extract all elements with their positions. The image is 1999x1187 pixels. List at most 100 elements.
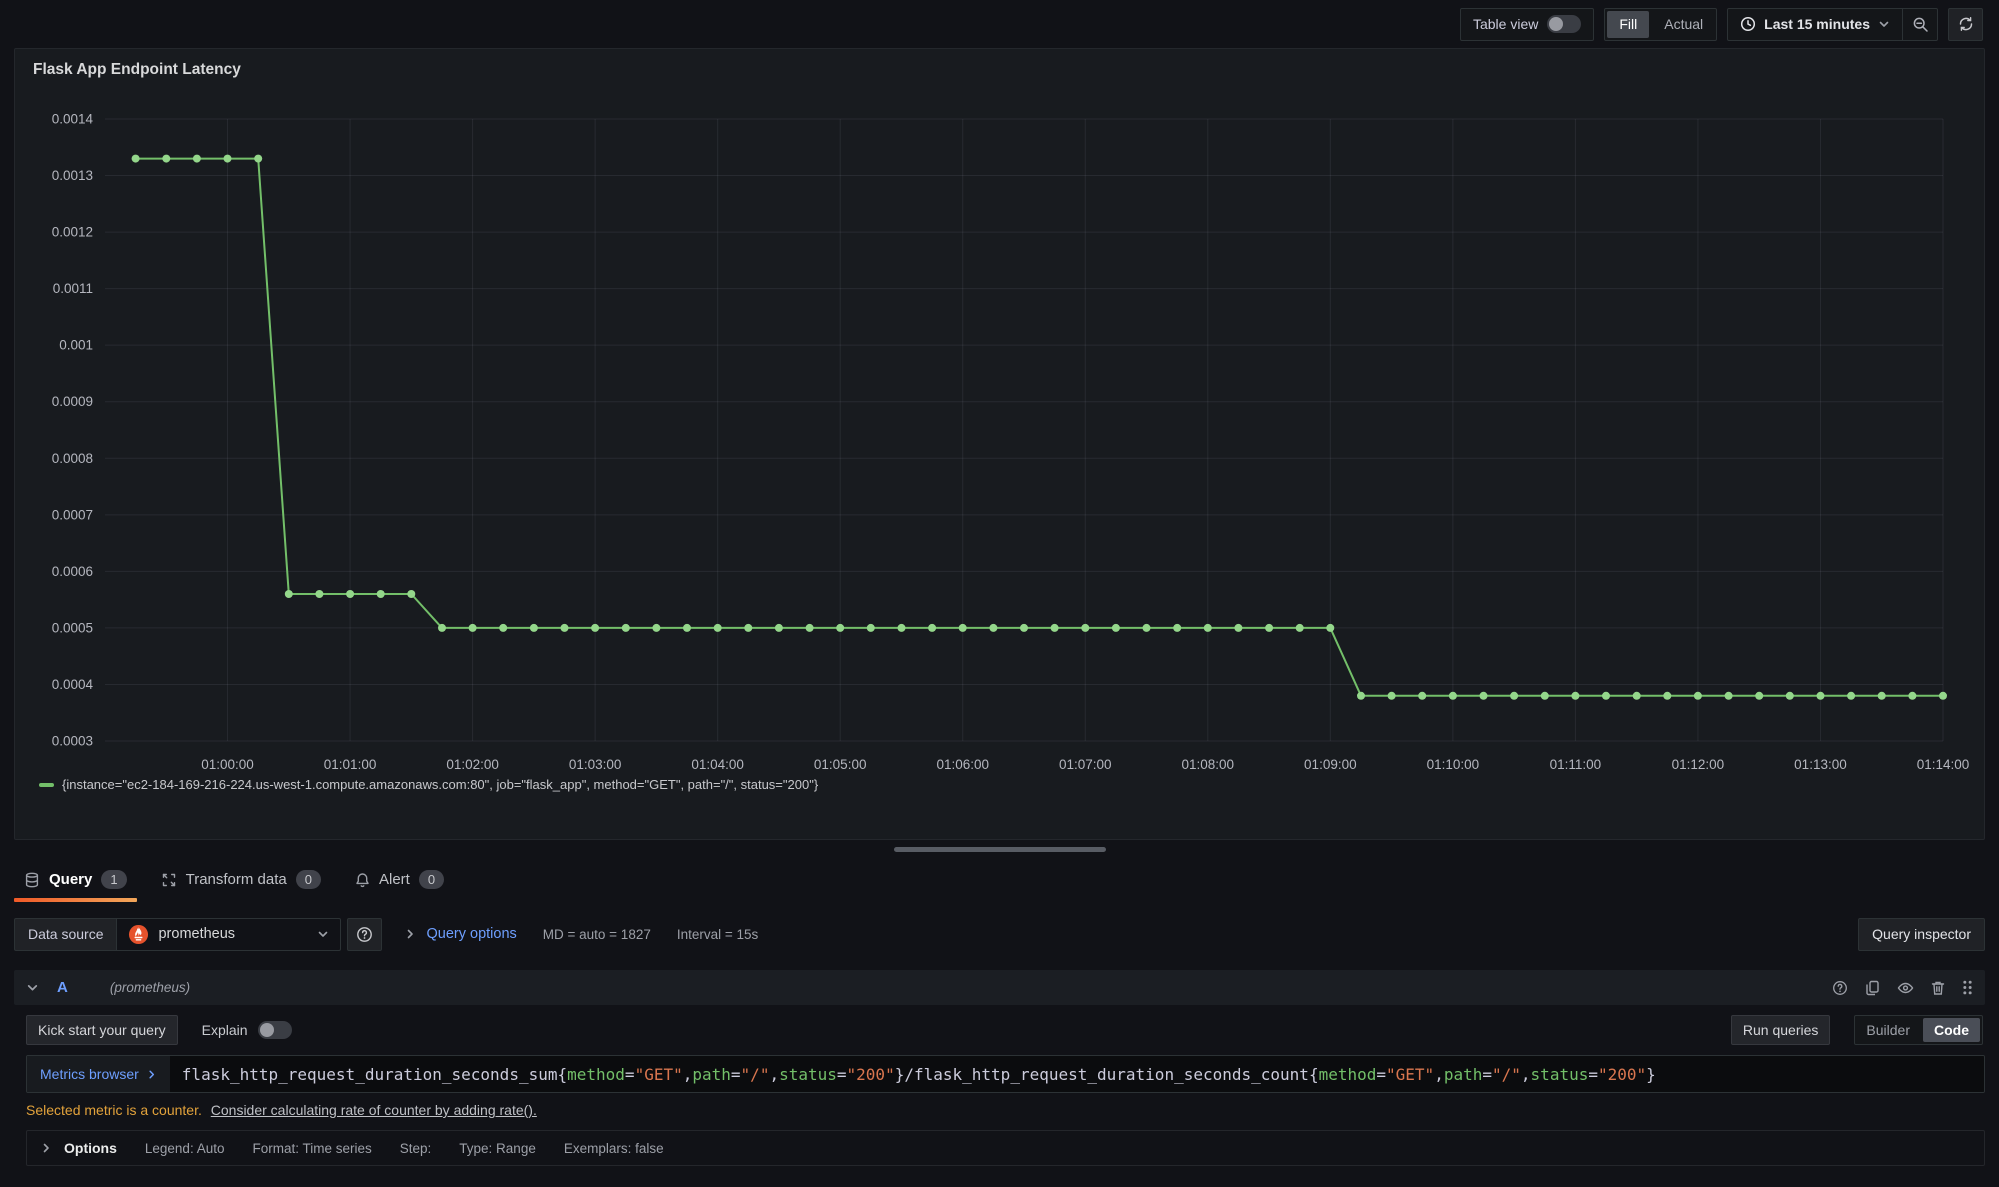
query-options-summary-row[interactable]: Options Legend: Auto Format: Time series… [26, 1130, 1985, 1166]
time-controls-group: Last 15 minutes [1727, 8, 1938, 41]
svg-text:0.0008: 0.0008 [52, 451, 93, 466]
zoom-out-button[interactable] [1902, 9, 1937, 40]
duplicate-query-icon[interactable] [1865, 980, 1880, 996]
legend-series-label[interactable]: {instance="ec2-184-169-216-224.us-west-1… [62, 777, 818, 792]
svg-text:01:03:00: 01:03:00 [569, 757, 622, 772]
legend-series-dash [39, 783, 54, 787]
tab-alert[interactable]: Alert 0 [345, 862, 454, 902]
explain-label: Explain [202, 1022, 248, 1038]
svg-text:01:07:00: 01:07:00 [1059, 757, 1112, 772]
query-inspector-button[interactable]: Query inspector [1858, 918, 1985, 951]
fill-button[interactable]: Fill [1607, 11, 1649, 38]
svg-text:0.001: 0.001 [59, 338, 93, 353]
chevron-down-icon [1878, 18, 1890, 30]
query-help-icon[interactable] [1832, 980, 1848, 996]
options-legend: Legend: Auto [145, 1141, 225, 1156]
time-range-picker[interactable]: Last 15 minutes [1728, 9, 1902, 40]
table-view-label: Table view [1473, 16, 1538, 32]
svg-text:0.0003: 0.0003 [52, 734, 93, 749]
metrics-browser-button[interactable]: Metrics browser [27, 1056, 170, 1092]
query-field: Metrics browser flask_http_request_durat… [26, 1055, 1985, 1093]
datasource-name: prometheus [158, 926, 308, 942]
zoom-out-icon [1912, 16, 1929, 33]
collapse-chevron-icon[interactable] [26, 981, 39, 994]
builder-code-switch: Builder Code [1854, 1015, 1983, 1045]
latency-panel: Flask App Endpoint Latency 0.00140.00130… [14, 48, 1985, 840]
tab-query-count: 1 [101, 870, 126, 889]
builder-button[interactable]: Builder [1855, 1016, 1921, 1044]
drag-handle-icon[interactable] [1962, 979, 1973, 996]
clock-icon [1740, 16, 1756, 32]
query-ref-id[interactable]: A [57, 979, 68, 996]
toggle-knob [260, 1023, 274, 1037]
metrics-browser-label: Metrics browser [40, 1066, 139, 1082]
query-toolbar: Kick start your query Explain Run querie… [26, 1015, 1985, 1045]
svg-text:01:10:00: 01:10:00 [1427, 757, 1480, 772]
svg-text:0.0011: 0.0011 [53, 281, 93, 296]
hide-query-eye-icon[interactable] [1897, 981, 1914, 995]
svg-text:0.0005: 0.0005 [52, 620, 93, 635]
chevron-right-icon[interactable] [40, 1142, 52, 1154]
tab-query[interactable]: Query 1 [14, 862, 137, 902]
tab-transform-count: 0 [296, 870, 321, 889]
query-options-interval: Interval = 15s [677, 927, 758, 942]
prometheus-logo [128, 924, 149, 945]
datasource-help-button[interactable] [347, 918, 382, 951]
svg-text:0.0012: 0.0012 [52, 225, 93, 240]
svg-text:01:14:00: 01:14:00 [1917, 757, 1970, 772]
tab-transform-label: Transform data [186, 871, 287, 888]
query-row-header[interactable]: A (prometheus) [14, 970, 1985, 1005]
svg-text:01:12:00: 01:12:00 [1672, 757, 1725, 772]
tab-transform-data[interactable]: Transform data 0 [151, 862, 331, 902]
datasource-picker[interactable]: prometheus [116, 918, 341, 951]
table-view-toggle[interactable] [1547, 15, 1581, 33]
svg-text:0.0006: 0.0006 [52, 564, 93, 579]
delete-query-trash-icon[interactable] [1931, 980, 1945, 996]
tab-alert-label: Alert [379, 871, 410, 888]
actual-button[interactable]: Actual [1651, 9, 1716, 40]
options-step: Step: [400, 1141, 432, 1156]
refresh-icon [1958, 16, 1974, 32]
options-label: Options [64, 1140, 117, 1156]
display-mode-group: Fill Actual [1604, 8, 1717, 41]
panel-title: Flask App Endpoint Latency [25, 57, 1974, 81]
svg-text:01:05:00: 01:05:00 [814, 757, 867, 772]
warning-text: Selected metric is a counter. [26, 1102, 202, 1118]
chevron-right-icon [404, 928, 416, 940]
panel-resize-handle[interactable] [894, 847, 1106, 852]
explain-toggle[interactable] [258, 1021, 292, 1039]
bell-icon [355, 872, 370, 888]
counter-warning: Selected metric is a counter. Consider c… [26, 1102, 1985, 1118]
table-view-control[interactable]: Table view [1461, 9, 1593, 40]
transform-icon [161, 872, 177, 888]
chart-legend: {instance="ec2-184-169-216-224.us-west-1… [25, 777, 1974, 792]
svg-text:01:09:00: 01:09:00 [1304, 757, 1357, 772]
query-row-actions [1832, 979, 1973, 996]
svg-text:01:08:00: 01:08:00 [1182, 757, 1235, 772]
table-view-group: Table view [1460, 8, 1594, 41]
tab-alert-count: 0 [419, 870, 444, 889]
datasource-label: Data source [14, 918, 116, 951]
svg-text:0.0007: 0.0007 [52, 507, 93, 522]
svg-text:01:06:00: 01:06:00 [936, 757, 989, 772]
promql-expression-input[interactable]: flask_http_request_duration_seconds_sum{… [170, 1056, 1984, 1092]
query-options-md: MD = auto = 1827 [543, 927, 651, 942]
svg-text:01:01:00: 01:01:00 [324, 757, 377, 772]
kick-start-query-button[interactable]: Kick start your query [26, 1015, 178, 1045]
run-queries-button[interactable]: Run queries [1731, 1015, 1831, 1045]
latency-chart[interactable]: 0.00140.00130.00120.00110.0010.00090.000… [25, 81, 1977, 783]
query-options-collapse[interactable]: Query options [404, 926, 516, 942]
options-exemplars: Exemplars: false [564, 1141, 664, 1156]
chevron-down-icon [317, 928, 329, 940]
svg-text:0.0009: 0.0009 [52, 394, 93, 409]
question-circle-icon [356, 926, 373, 943]
svg-text:01:02:00: 01:02:00 [446, 757, 499, 772]
warning-rate-link[interactable]: Consider calculating rate of counter by … [211, 1102, 537, 1118]
database-icon [24, 872, 40, 888]
chevron-right-icon [146, 1069, 157, 1080]
editor-tabs: Query 1 Transform data 0 Alert 0 [0, 856, 1999, 902]
refresh-button[interactable] [1948, 8, 1983, 41]
toggle-knob [1549, 17, 1563, 31]
code-button[interactable]: Code [1923, 1018, 1980, 1042]
options-type: Type: Range [459, 1141, 536, 1156]
